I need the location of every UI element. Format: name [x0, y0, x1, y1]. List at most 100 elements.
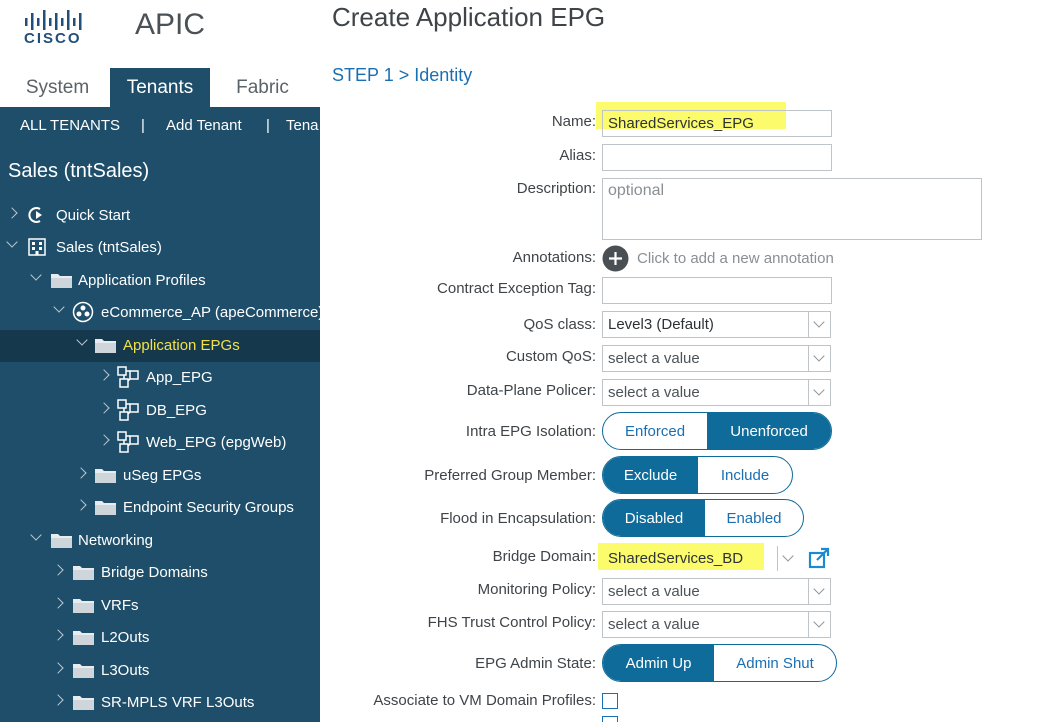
exclude-option[interactable]: Exclude — [603, 457, 698, 493]
tree-item-web-epg[interactable]: Web_EPG (epgWeb) — [0, 427, 320, 459]
tenant-icon — [28, 238, 46, 256]
unenforced-option[interactable]: Unenforced — [707, 413, 831, 449]
chevron-right-icon[interactable] — [52, 694, 64, 706]
add-annotation-icon[interactable] — [602, 245, 629, 272]
fhs-trust-control-policy-label: FHS Trust Control Policy: — [427, 614, 596, 631]
monitoring-policy-select[interactable]: select a value — [602, 578, 831, 605]
app-profile-icon — [72, 301, 94, 323]
admin-up-option[interactable]: Admin Up — [603, 645, 715, 681]
next-option-checkbox[interactable] — [602, 716, 618, 722]
enabled-option[interactable]: Enabled — [705, 500, 803, 536]
description-field[interactable]: optional — [602, 178, 982, 240]
tree-item-l3outs[interactable]: L3Outs — [0, 655, 320, 687]
preferred-group-member-label: Preferred Group Member: — [424, 467, 596, 484]
folder-icon — [73, 631, 94, 645]
chevron-down-icon[interactable] — [76, 334, 88, 346]
tree-item-label: Endpoint Security Groups — [123, 499, 294, 516]
tree-item-sr-mpls-vrf-l3outs[interactable]: SR-MPLS VRF L3Outs — [0, 687, 320, 719]
tree-item-label: Quick Start — [56, 207, 131, 224]
chevron-right-icon[interactable] — [52, 564, 64, 576]
data-plane-policer-label: Data-Plane Policer: — [466, 382, 596, 399]
left-navigation-panel: CISCO APIC System Tenants Fabric ALL TEN… — [0, 0, 320, 722]
tree-item-app-epg[interactable]: App_EPG — [0, 362, 320, 394]
chevron-down-icon[interactable] — [808, 380, 830, 405]
chevron-down-icon[interactable] — [808, 579, 830, 604]
contract-exception-tag-field[interactable] — [602, 277, 832, 304]
data-plane-policer-select[interactable]: select a value — [602, 379, 831, 406]
bridge-domain-select[interactable]: SharedServices_BD — [602, 545, 800, 572]
app-title: APIC — [135, 8, 206, 41]
tab-system[interactable]: System — [10, 68, 105, 107]
tree-item-useg-epgs[interactable]: uSeg EPGs — [0, 460, 320, 492]
qos-class-value: Level3 (Default) — [608, 316, 714, 333]
custom-qos-select[interactable]: select a value — [602, 345, 831, 372]
name-field[interactable]: SharedServices_EPG — [602, 110, 832, 137]
create-epg-dialog: Create Application EPG STEP 1 > Identity… — [320, 0, 1054, 722]
chevron-right-icon[interactable] — [6, 207, 18, 219]
alias-label: Alias: — [559, 147, 596, 164]
tree-item-endpoint-security-groups[interactable]: Endpoint Security Groups — [0, 492, 320, 524]
chevron-right-icon[interactable] — [75, 499, 87, 511]
chevron-right-icon[interactable] — [98, 434, 110, 446]
tree-item-l2outs[interactable]: L2Outs — [0, 622, 320, 654]
annotations-label: Annotations: — [512, 249, 596, 266]
tree-item-label: Web_EPG (epgWeb) — [146, 434, 287, 451]
include-option[interactable]: Include — [698, 457, 792, 493]
fhs-trust-control-policy-select[interactable]: select a value — [602, 611, 831, 638]
add-annotation-hint[interactable]: Click to add a new annotation — [637, 250, 834, 267]
tab-tenants[interactable]: Tenants — [110, 68, 210, 107]
disabled-option[interactable]: Disabled — [603, 500, 705, 536]
chevron-right-icon[interactable] — [98, 402, 110, 414]
chevron-right-icon[interactable] — [52, 629, 64, 641]
flood-in-encapsulation-toggle: Disabled Enabled — [602, 499, 804, 537]
tree-item-vrfs[interactable]: VRFs — [0, 590, 320, 622]
qos-class-select[interactable]: Level3 (Default) — [602, 311, 831, 338]
folder-icon — [95, 339, 116, 353]
chevron-down-icon[interactable] — [777, 546, 799, 571]
associate-vm-domain-profiles-checkbox[interactable] — [602, 693, 618, 709]
chevron-down-icon[interactable] — [6, 236, 18, 248]
tree-item-ecommerce-ap[interactable]: eCommerce_AP (apeCommerce) — [0, 297, 320, 329]
epg-icon — [117, 366, 139, 388]
custom-qos-value: select a value — [608, 350, 700, 367]
bridge-domain-value: SharedServices_BD — [608, 550, 744, 567]
open-link-icon[interactable] — [808, 547, 830, 569]
alias-field[interactable] — [602, 144, 832, 171]
epg-admin-state-toggle: Admin Up Admin Shut — [602, 644, 837, 682]
tree-item-quick-start[interactable]: Quick Start — [0, 200, 320, 232]
flood-in-encapsulation-label: Flood in Encapsulation: — [440, 510, 596, 527]
chevron-down-icon[interactable] — [808, 312, 830, 337]
chevron-down-icon[interactable] — [30, 529, 42, 541]
folder-icon — [73, 696, 94, 710]
monitoring-policy-label: Monitoring Policy: — [477, 581, 596, 598]
tree-item-application-epgs[interactable]: Application EPGs — [0, 330, 320, 362]
chevron-right-icon[interactable] — [98, 369, 110, 381]
data-plane-policer-value: select a value — [608, 384, 700, 401]
chevron-down-icon[interactable] — [808, 346, 830, 371]
chevron-right-icon[interactable] — [75, 467, 87, 479]
all-tenants-link[interactable]: ALL TENANTS — [20, 117, 120, 134]
associate-vm-domain-profiles-label: Associate to VM Domain Profiles: — [373, 692, 596, 709]
tenant-search-link[interactable]: Tena — [286, 117, 319, 134]
tab-fabric[interactable]: Fabric — [215, 68, 310, 107]
tree-item-bridge-domains[interactable]: Bridge Domains — [0, 557, 320, 589]
admin-shut-option[interactable]: Admin Shut — [714, 645, 836, 681]
tree-item-tenant[interactable]: Sales (tntSales) — [0, 232, 320, 264]
chevron-down-icon[interactable] — [53, 301, 65, 313]
folder-icon — [73, 599, 94, 613]
chevron-down-icon[interactable] — [808, 612, 830, 637]
tree-item-networking[interactable]: Networking — [0, 525, 320, 557]
tree-item-db-epg[interactable]: DB_EPG — [0, 395, 320, 427]
enforced-option[interactable]: Enforced — [603, 413, 707, 449]
chevron-right-icon[interactable] — [52, 597, 64, 609]
folder-icon — [73, 664, 94, 678]
chevron-down-icon[interactable] — [30, 269, 42, 281]
epg-admin-state-label: EPG Admin State: — [475, 655, 596, 672]
tree-item-label: App_EPG — [146, 369, 213, 386]
folder-icon — [51, 274, 72, 288]
add-tenant-link[interactable]: Add Tenant — [166, 117, 242, 134]
description-label: Description: — [516, 180, 596, 197]
chevron-right-icon[interactable] — [52, 662, 64, 674]
tree-item-application-profiles[interactable]: Application Profiles — [0, 265, 320, 297]
folder-icon — [95, 469, 116, 483]
